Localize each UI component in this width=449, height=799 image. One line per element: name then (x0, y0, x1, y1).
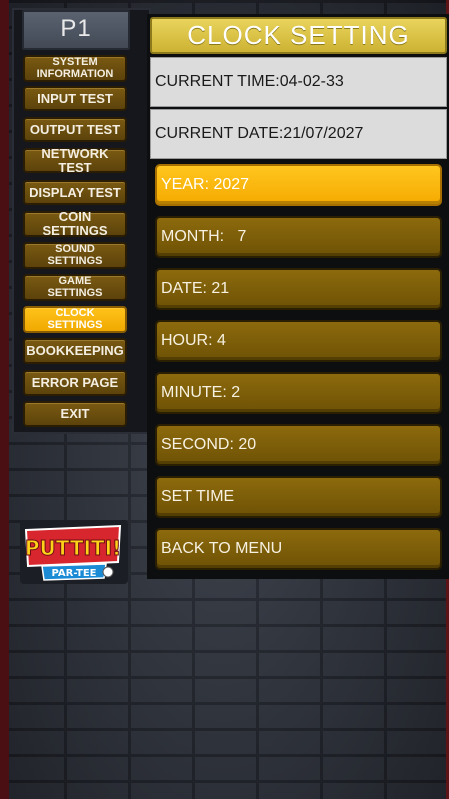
player-tab[interactable]: P1 (22, 10, 130, 50)
svg-text:PUTTITI!: PUTTITI! (25, 536, 121, 560)
left-edge-bar (0, 0, 9, 799)
menu-label: DISPLAY TEST (29, 184, 121, 200)
menu-label: NETWORK TEST (41, 145, 109, 175)
menu-bookkeeping[interactable]: BOOKKEEPING (23, 338, 127, 364)
menu-label: BOOKKEEPING (26, 343, 124, 359)
menu-label: ERROR PAGE (31, 375, 119, 391)
date-field[interactable]: DATE: 21 (155, 268, 442, 310)
menu-label-line: SYSTEM (52, 55, 98, 68)
menu-label: EXIT (60, 406, 90, 422)
menu-label: COIN SETTINGS (42, 209, 108, 238)
hour-field[interactable]: HOUR: 4 (155, 320, 442, 362)
game-logo: PUTTITI! PAR-TEE (20, 520, 128, 584)
menu-sound-settings[interactable]: SOUND SETTINGS (23, 242, 127, 269)
menu-system-information[interactable]: SYSTEM INFORMATION (23, 55, 127, 82)
menu-exit[interactable]: EXIT (23, 401, 127, 427)
menu-label-line: SETTINGS (47, 318, 103, 331)
second-field[interactable]: SECOND: 20 (155, 424, 442, 466)
menu-label-line: SETTINGS (47, 286, 103, 299)
menu-label-line: GAME (58, 274, 92, 287)
menu-network-test[interactable]: NETWORK TEST (23, 145, 127, 175)
menu-label-line: INFORMATION (36, 67, 114, 80)
menu-label-line: SETTINGS (47, 254, 103, 267)
page-title: CLOCK SETTING (150, 17, 447, 54)
menu-label: OUTPUT TEST (29, 121, 121, 137)
menu-clock-settings[interactable]: CLOCK SETTINGS (23, 306, 127, 333)
menu-display-test[interactable]: DISPLAY TEST (23, 180, 127, 205)
menu-label-line: CLOCK (55, 306, 95, 319)
minute-field[interactable]: MINUTE: 2 (155, 372, 442, 414)
menu-coin-settings[interactable]: COIN SETTINGS (23, 209, 127, 238)
back-to-menu-button[interactable]: BACK TO MENU (155, 528, 442, 570)
set-time-button[interactable]: SET TIME (155, 476, 442, 518)
menu-label-line: SOUND (55, 242, 95, 255)
year-field[interactable]: YEAR: 2027 (155, 164, 442, 206)
current-date-display: CURRENT DATE:21/07/2027 (150, 109, 447, 159)
menu-game-settings[interactable]: GAME SETTINGS (23, 274, 127, 301)
menu-error-page[interactable]: ERROR PAGE (23, 370, 127, 396)
menu-label: INPUT TEST (37, 90, 113, 106)
puttiti-logo-icon: PUTTITI! PAR-TEE (24, 524, 122, 581)
month-field[interactable]: MONTH: 7 (155, 216, 442, 258)
menu-input-test[interactable]: INPUT TEST (23, 86, 127, 111)
current-time-display: CURRENT TIME:04-02-33 (150, 57, 447, 107)
menu-output-test[interactable]: OUTPUT TEST (23, 117, 127, 142)
svg-text:PAR-TEE: PAR-TEE (51, 568, 96, 579)
